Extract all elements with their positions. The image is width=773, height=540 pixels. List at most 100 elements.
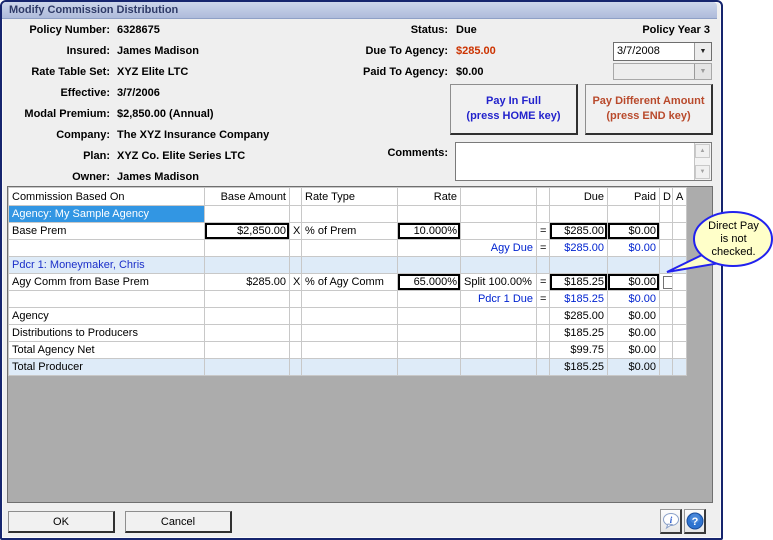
comments-scrollbar[interactable]: ▲ ▼ [694, 143, 711, 180]
callout-line1: Direct Pay [708, 220, 759, 232]
table-row: Agy Comm from Base Prem $285.00 X% of Agy … [8, 273, 687, 291]
modal-premium-label: Modal Premium: [24, 108, 110, 120]
plan-label: Plan: [83, 150, 110, 162]
effective-label: Effective: [60, 87, 110, 99]
table-cell: = [536, 222, 550, 240]
commission-table: Commission Based On Base Amount Rate Type R… [8, 187, 687, 376]
table-cell: = [536, 290, 550, 308]
amount-input-cell[interactable]: 10.000% [397, 222, 461, 240]
secondary-select[interactable]: ▼ [613, 63, 712, 80]
table-cell: X [289, 273, 302, 291]
commission-grid-panel: Commission Based On Base Amount Rate Type R… [7, 186, 713, 503]
table-cell: $99.75 [549, 341, 608, 359]
table-cell [289, 358, 302, 376]
table-cell [460, 205, 537, 223]
amount-input-cell[interactable]: $2,850.00 [204, 222, 290, 240]
chevron-down-icon[interactable]: ▼ [694, 43, 711, 60]
due-to-agency-value: $285.00 [456, 45, 496, 57]
help-button[interactable]: ? [684, 509, 706, 534]
ok-button[interactable]: OK [8, 511, 115, 533]
table-cell: Agency: My Sample Agency [8, 205, 205, 223]
policy-year-label: Policy Year 3 [642, 24, 710, 36]
column-header: Rate [397, 187, 461, 206]
cancel-button-label: Cancel [160, 515, 196, 528]
table-cell [659, 324, 673, 342]
policy-date-value: 3/7/2008 [617, 45, 660, 57]
comments-textarea[interactable]: ▲ ▼ [455, 142, 712, 181]
table-cell: $285.00 [549, 239, 608, 257]
table-row: Agy Due = $285.00 $0.00 [8, 239, 687, 257]
table-cell [536, 307, 550, 325]
table-cell: Agency [8, 307, 205, 325]
scroll-up-icon[interactable]: ▲ [695, 144, 710, 158]
table-cell [289, 256, 302, 274]
column-header [536, 187, 550, 206]
rate-table-set-value: XYZ Elite LTC [117, 66, 189, 78]
table-cell [659, 358, 673, 376]
table-cell [397, 358, 461, 376]
screenshot-canvas: Modify Commission Distribution Policy Nu… [0, 0, 773, 540]
table-cell [536, 358, 550, 376]
owner-label: Owner: [72, 171, 110, 183]
table-cell: % of Prem [301, 222, 398, 240]
insured-value: James Madison [117, 45, 199, 57]
pay-in-full-button[interactable]: Pay In Full (press HOME key) [450, 84, 578, 135]
table-cell [301, 239, 398, 257]
table-cell [289, 341, 302, 359]
scroll-down-icon[interactable]: ▼ [695, 165, 710, 179]
table-cell [289, 205, 302, 223]
table-cell [460, 324, 537, 342]
title-bar[interactable]: Modify Commission Distribution [2, 2, 717, 19]
table-cell [672, 290, 687, 308]
table-cell: = [536, 273, 550, 291]
table-cell [8, 239, 205, 257]
table-cell: $0.00 [607, 358, 660, 376]
insured-label: Insured: [66, 45, 110, 57]
table-cell [301, 324, 398, 342]
pay-different-amount-button[interactable]: Pay Different Amount (press END key) [585, 84, 713, 135]
table-row: Pdcr 1: Moneymaker, Chris [8, 256, 687, 274]
table-cell [289, 290, 302, 308]
table-cell: Pdcr 1: Moneymaker, Chris [8, 256, 205, 274]
column-header [460, 187, 537, 206]
policy-date-select[interactable]: 3/7/2008 ▼ [613, 42, 712, 61]
table-cell [289, 324, 302, 342]
table-cell: $285.00 [204, 273, 290, 291]
table-cell: $185.25 [549, 290, 608, 308]
table-cell [536, 256, 550, 274]
table-cell [301, 307, 398, 325]
table-cell: $0.00 [607, 341, 660, 359]
amount-input-cell[interactable]: 65.000% [397, 273, 461, 291]
table-cell: Split 100.00% [460, 273, 537, 291]
column-header: Commission Based On [8, 187, 205, 206]
callout-text: Direct Pay is not checked. [694, 220, 773, 259]
cancel-button[interactable]: Cancel [125, 511, 232, 533]
column-header [289, 187, 302, 206]
table-cell [460, 358, 537, 376]
table-cell [672, 341, 687, 359]
table-cell [659, 341, 673, 359]
amount-input-cell[interactable]: $285.00 [549, 222, 608, 240]
ok-button-label: OK [53, 515, 69, 528]
table-cell [397, 290, 461, 308]
amount-input-cell[interactable]: $185.25 [549, 273, 608, 291]
table-cell [536, 324, 550, 342]
table-cell [204, 324, 290, 342]
table-row: Pdcr 1 Due = $185.25 $0.00 [8, 290, 687, 308]
svg-text:?: ? [691, 516, 698, 528]
info-button[interactable]: i [660, 509, 682, 534]
table-cell: Pdcr 1 Due [460, 290, 537, 308]
table-cell [549, 205, 608, 223]
table-row: Agency $285.00 $0.00 [8, 307, 687, 325]
table-cell [301, 256, 398, 274]
paid-to-agency-value: $0.00 [456, 66, 484, 78]
table-cell: = [536, 239, 550, 257]
window-title: Modify Commission Distribution [9, 4, 179, 16]
table-cell [397, 341, 461, 359]
table-cell [301, 205, 398, 223]
table-cell: $0.00 [607, 324, 660, 342]
table-cell [204, 307, 290, 325]
company-label: Company: [56, 129, 110, 141]
pay-different-line1: Pay Different Amount [592, 95, 705, 107]
effective-value: 3/7/2006 [117, 87, 160, 99]
